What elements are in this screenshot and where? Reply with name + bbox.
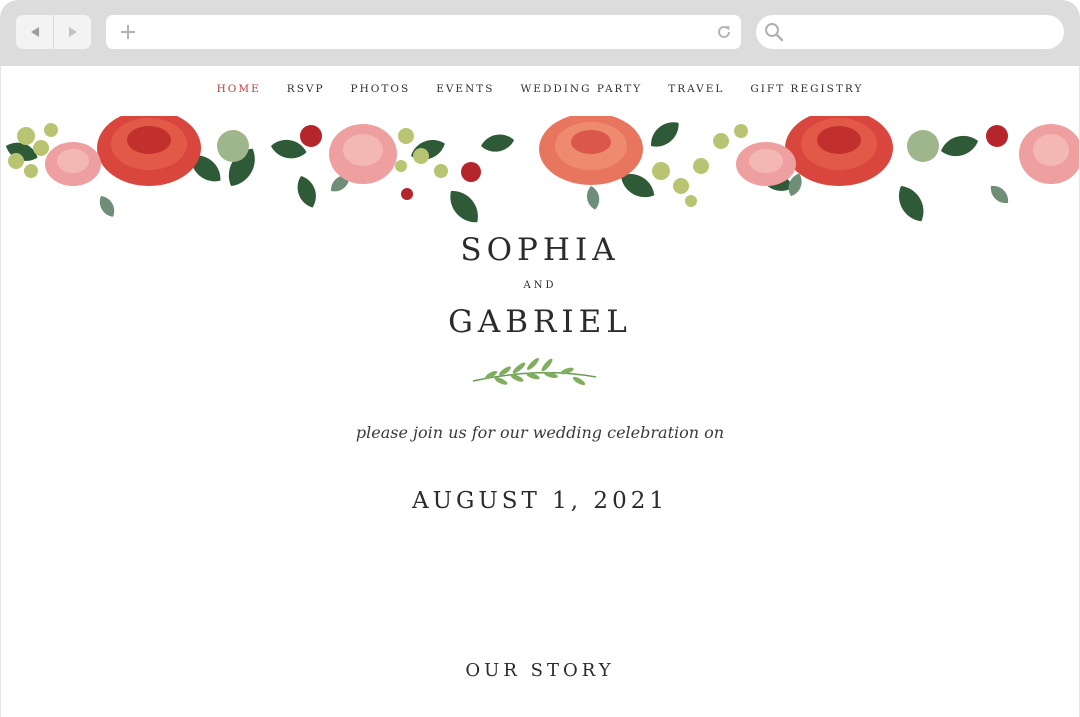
invitation-text: please join us for our wedding celebrati… <box>355 423 725 442</box>
and-connector: AND <box>523 280 557 291</box>
site-navigation: HOME RSVP PHOTOS EVENTS WEDDING PARTY TR… <box>1 83 1079 95</box>
reload-icon[interactable] <box>716 24 732 40</box>
bride-name: SOPHIA <box>460 232 620 268</box>
nav-travel[interactable]: TRAVEL <box>668 83 724 95</box>
search-field[interactable] <box>756 15 1064 49</box>
nav-wedding-party[interactable]: WEDDING PARTY <box>520 83 642 95</box>
wedding-website: HOME RSVP PHOTOS EVENTS WEDDING PARTY TR… <box>0 66 1080 717</box>
back-button[interactable] <box>16 15 53 49</box>
nav-photos[interactable]: PHOTOS <box>351 83 411 95</box>
groom-name: GABRIEL <box>448 304 632 340</box>
leaf-sprig-icon <box>472 358 597 386</box>
browser-toolbar <box>0 0 1080 66</box>
back-arrow-icon <box>30 27 39 37</box>
nav-gift-registry[interactable]: GIFT REGISTRY <box>750 83 863 95</box>
search-icon <box>765 23 784 42</box>
nav-events[interactable]: EVENTS <box>436 83 494 95</box>
address-bar[interactable] <box>106 15 741 49</box>
forward-arrow-icon <box>68 27 77 37</box>
wedding-date: AUGUST 1, 2021 <box>412 488 668 514</box>
our-story-heading: OUR STORY <box>465 660 615 681</box>
plus-icon[interactable] <box>119 23 137 41</box>
forward-button[interactable] <box>54 15 91 49</box>
nav-rsvp[interactable]: RSVP <box>287 83 325 95</box>
nav-home[interactable]: HOME <box>217 83 261 95</box>
history-buttons <box>16 15 91 49</box>
